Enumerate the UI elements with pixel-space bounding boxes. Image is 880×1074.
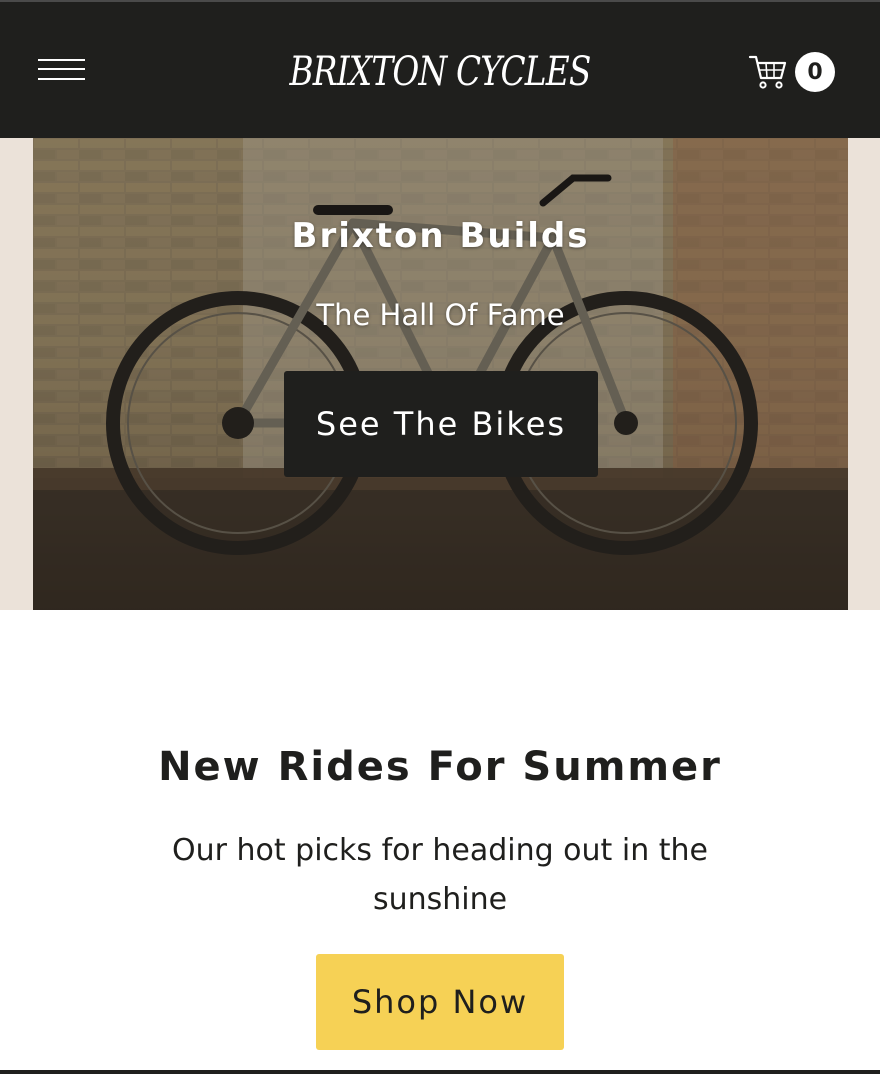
see-the-bikes-button[interactable]: See The Bikes <box>284 371 598 477</box>
site-header: BRIXTON CYCLES 0 <box>0 2 880 138</box>
menu-button[interactable] <box>38 58 86 82</box>
hero-banner: Brixton Builds The Hall Of Fame See The … <box>33 138 848 610</box>
hero-subtitle: The Hall Of Fame <box>316 298 565 332</box>
bottom-border <box>0 1070 880 1074</box>
hero-title: Brixton Builds <box>291 216 590 256</box>
shop-now-button[interactable]: Shop Now <box>316 954 564 1050</box>
promo-title: New Rides For Summer <box>158 744 722 790</box>
cart-count-badge: 0 <box>795 52 835 92</box>
promo-subtitle: Our hot picks for heading out in the sun… <box>172 833 708 917</box>
shopping-cart-icon <box>748 55 787 89</box>
cart-button[interactable]: 0 <box>748 46 838 98</box>
site-logo[interactable]: BRIXTON CYCLES <box>290 42 592 102</box>
